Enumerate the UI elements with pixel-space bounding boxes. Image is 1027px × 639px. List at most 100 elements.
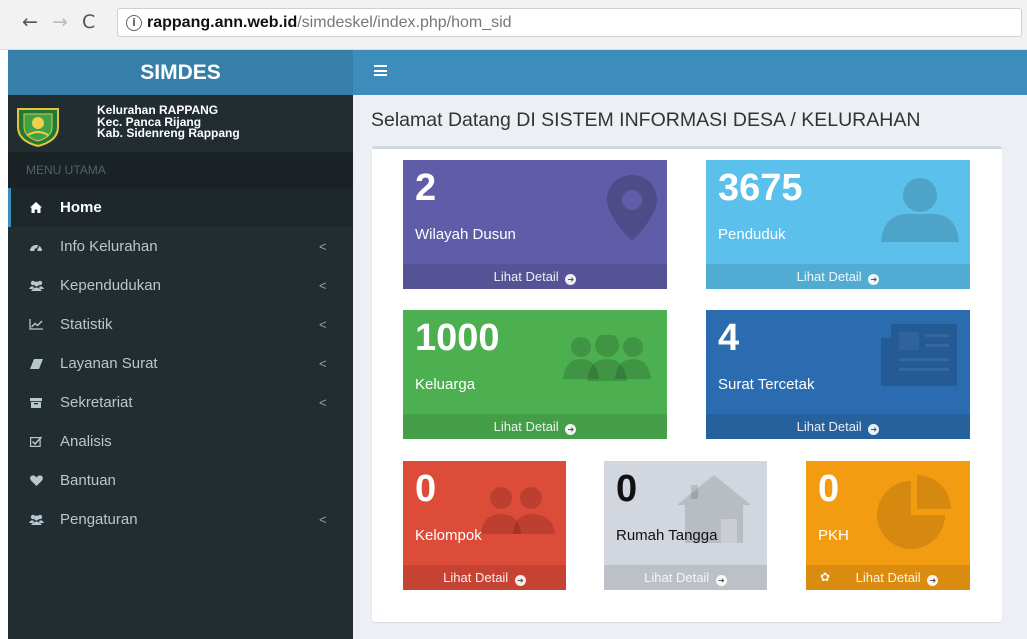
caret-left-icon: <	[319, 395, 327, 410]
lihat-detail-link[interactable]: Lihat Detail ➜	[403, 565, 566, 590]
org-info: Kelurahan RAPPANG Kec. Panca Rijang Kab.…	[97, 104, 240, 140]
sidebar-item-info-kelurahan[interactable]: Info Kelurahan <	[8, 227, 353, 266]
sidebar-item-label: Kependudukan	[60, 277, 161, 294]
top-navbar	[353, 50, 1027, 95]
sidebar-item-layanan-surat[interactable]: Layanan Surat <	[8, 344, 353, 383]
map-marker-icon	[607, 175, 657, 241]
tile-label: Penduduk	[718, 226, 786, 243]
tile-number: 3675	[718, 167, 803, 209]
lihat-detail-label: Lihat Detail	[796, 269, 862, 284]
tile-label: Keluarga	[415, 376, 476, 393]
sidebar-item-label: Bantuan	[60, 472, 116, 489]
lihat-detail-link[interactable]: Lihat Detail ➜	[706, 264, 970, 289]
arrow-circle-right-icon: ➜	[927, 575, 939, 586]
lihat-detail-link[interactable]: Lihat Detail ➜	[706, 414, 970, 439]
tile-label: Rumah Tangga	[616, 527, 718, 544]
tile-number: 0	[616, 468, 638, 510]
sidebar: Kelurahan RAPPANG Kec. Panca Rijang Kab.…	[8, 95, 353, 639]
tile-number: 4	[718, 317, 740, 359]
arrow-circle-right-icon: ➜	[565, 424, 577, 435]
lihat-detail-link[interactable]: ✿ Lihat Detail ➜	[806, 565, 970, 590]
tile-number: 0	[818, 468, 840, 510]
heart-icon	[26, 461, 46, 500]
users-icon	[26, 500, 46, 539]
regency-emblem-icon	[17, 108, 59, 147]
tile-wilayah-dusun: 2 Wilayah Dusun Lihat Detail ➜	[403, 160, 667, 289]
reload-icon[interactable]: C	[82, 11, 95, 33]
sidebar-item-kependudukan[interactable]: Kependudukan <	[8, 266, 353, 305]
eraser-icon	[26, 344, 46, 383]
sidebar-item-pengaturan[interactable]: Pengaturan <	[8, 500, 353, 539]
caret-left-icon: <	[319, 356, 327, 371]
tile-keluarga: 1000 Keluarga Lihat Detail ➜	[403, 310, 667, 439]
sidebar-item-label: Statistik	[60, 316, 113, 333]
menu-toggle-icon[interactable]	[374, 65, 387, 76]
tile-label: Kelompok	[415, 527, 482, 544]
dashboard-box: 2 Wilayah Dusun Lihat Detail ➜ 3675 Pend…	[372, 146, 1002, 622]
sidebar-item-statistik[interactable]: Statistik <	[8, 305, 353, 344]
tile-label: Surat Tercetak	[718, 376, 815, 393]
tile-rumah-tangga: 0 Rumah Tangga Lihat Detail ➜	[604, 461, 767, 590]
arrow-circle-right-icon: ➜	[565, 274, 577, 285]
info-icon[interactable]: i	[126, 15, 142, 31]
pie-chart-icon	[877, 475, 951, 549]
sidebar-item-home[interactable]: Home	[8, 188, 353, 227]
sidebar-item-analisis[interactable]: Analisis	[8, 422, 353, 461]
sidebar-item-label: Home	[60, 199, 102, 216]
lihat-detail-link[interactable]: Lihat Detail ➜	[604, 565, 767, 590]
tile-number: 0	[415, 468, 437, 510]
newspaper-icon	[881, 324, 957, 386]
forward-icon[interactable]: →	[52, 11, 68, 33]
app-logo[interactable]: SIMDES	[8, 50, 353, 95]
sidebar-item-label: Analisis	[60, 433, 112, 450]
lihat-detail-label: Lihat Detail	[644, 570, 710, 585]
lihat-detail-label: Lihat Detail	[443, 570, 509, 585]
tile-kelompok: 0 Kelompok Lihat Detail ➜	[403, 461, 566, 590]
lihat-detail-label: Lihat Detail	[855, 570, 921, 585]
address-bar[interactable]: i rappang.ann.web.id/simdeskel/index.php/…	[117, 8, 1022, 37]
lihat-detail-label: Lihat Detail	[796, 419, 862, 434]
page-title: Selamat Datang DI SISTEM INFORMASI DESA …	[371, 109, 921, 131]
line-chart-icon	[26, 305, 46, 344]
user-icon	[881, 178, 959, 242]
arrow-circle-right-icon: ➜	[868, 274, 880, 285]
caret-left-icon: <	[319, 278, 327, 293]
cog-icon: ✿	[820, 570, 831, 584]
group-icon	[481, 487, 555, 534]
sidebar-item-bantuan[interactable]: Bantuan	[8, 461, 353, 500]
url-host: rappang.ann.web.id	[147, 14, 298, 31]
menu-header: MENU UTAMA	[8, 152, 353, 188]
caret-left-icon: <	[319, 317, 327, 332]
org-regency: Kab. Sidenreng Rappang	[97, 126, 240, 140]
dashboard-icon	[26, 227, 46, 266]
lihat-detail-label: Lihat Detail	[493, 269, 559, 284]
sidebar-item-sekretariat[interactable]: Sekretariat <	[8, 383, 353, 422]
sidebar-item-label: Pengaturan	[60, 511, 138, 528]
check-square-icon	[26, 422, 46, 461]
tile-label: PKH	[818, 527, 849, 544]
url-path: /simdeskel/index.php/hom_sid	[297, 14, 512, 31]
caret-left-icon: <	[319, 239, 327, 254]
arrow-circle-right-icon: ➜	[514, 575, 526, 586]
arrow-circle-right-icon: ➜	[868, 424, 880, 435]
home-icon	[26, 188, 46, 227]
tile-number: 1000	[415, 317, 500, 359]
browser-toolbar: ← → C i rappang.ann.web.id/simdeskel/inde…	[0, 0, 1027, 50]
tile-number: 2	[415, 167, 437, 209]
sidebar-item-label: Info Kelurahan	[60, 238, 158, 255]
tile-pkh: 0 PKH ✿ Lihat Detail ➜	[806, 461, 970, 590]
users-icon	[26, 266, 46, 305]
user-panel: Kelurahan RAPPANG Kec. Panca Rijang Kab.…	[8, 95, 353, 152]
lihat-detail-link[interactable]: Lihat Detail ➜	[403, 264, 667, 289]
main-content: Selamat Datang DI SISTEM INFORMASI DESA …	[353, 95, 1027, 639]
sidebar-item-label: Sekretariat	[60, 394, 133, 411]
arrow-circle-right-icon: ➜	[715, 575, 727, 586]
caret-left-icon: <	[319, 512, 327, 527]
back-icon[interactable]: ←	[22, 11, 38, 33]
sidebar-item-label: Layanan Surat	[60, 355, 158, 372]
lihat-detail-link[interactable]: Lihat Detail ➜	[403, 414, 667, 439]
lihat-detail-label: Lihat Detail	[493, 419, 559, 434]
tile-label: Wilayah Dusun	[415, 226, 516, 243]
tile-surat-tercetak: 4 Surat Tercetak Lihat Detail ➜	[706, 310, 970, 439]
tile-penduduk: 3675 Penduduk Lihat Detail ➜	[706, 160, 970, 289]
